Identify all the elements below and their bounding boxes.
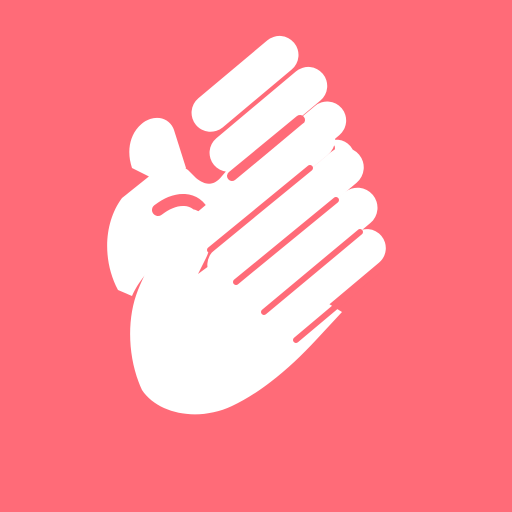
clapping-hands-icon [0,0,512,512]
app-icon [0,0,512,512]
